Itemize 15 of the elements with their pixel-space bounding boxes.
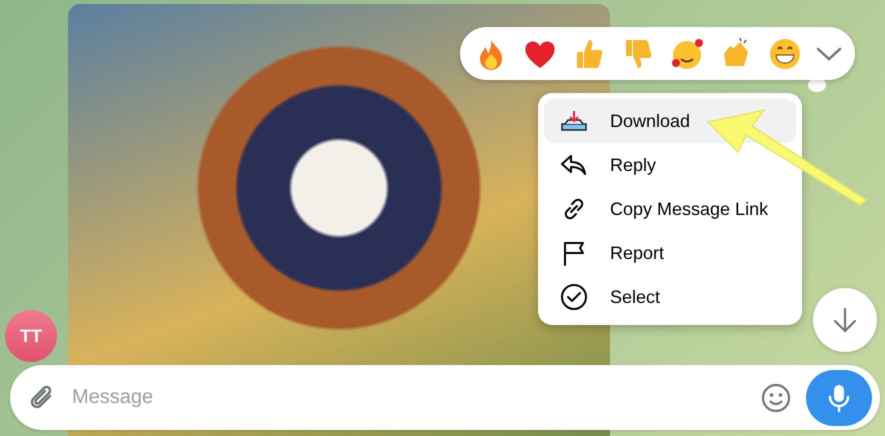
chevron-down-icon[interactable] [816, 46, 842, 62]
menu-item[interactable]: Copy Message Link [544, 187, 796, 231]
message-input[interactable]: Message [70, 385, 746, 410]
arrow-down-icon [833, 307, 857, 333]
check-circle-icon [560, 283, 588, 311]
menu-item[interactable]: Report [544, 231, 796, 275]
smiley-icon[interactable] [760, 382, 792, 414]
scroll-down-button[interactable] [813, 288, 877, 352]
message-composer[interactable]: Message [10, 365, 880, 430]
download-icon [560, 109, 588, 133]
microphone-icon [828, 382, 850, 412]
menu-item[interactable]: Select [544, 275, 796, 319]
reply-icon [560, 153, 588, 177]
microphone-button[interactable] [806, 370, 872, 426]
menu-item[interactable]: Reply [544, 143, 796, 187]
